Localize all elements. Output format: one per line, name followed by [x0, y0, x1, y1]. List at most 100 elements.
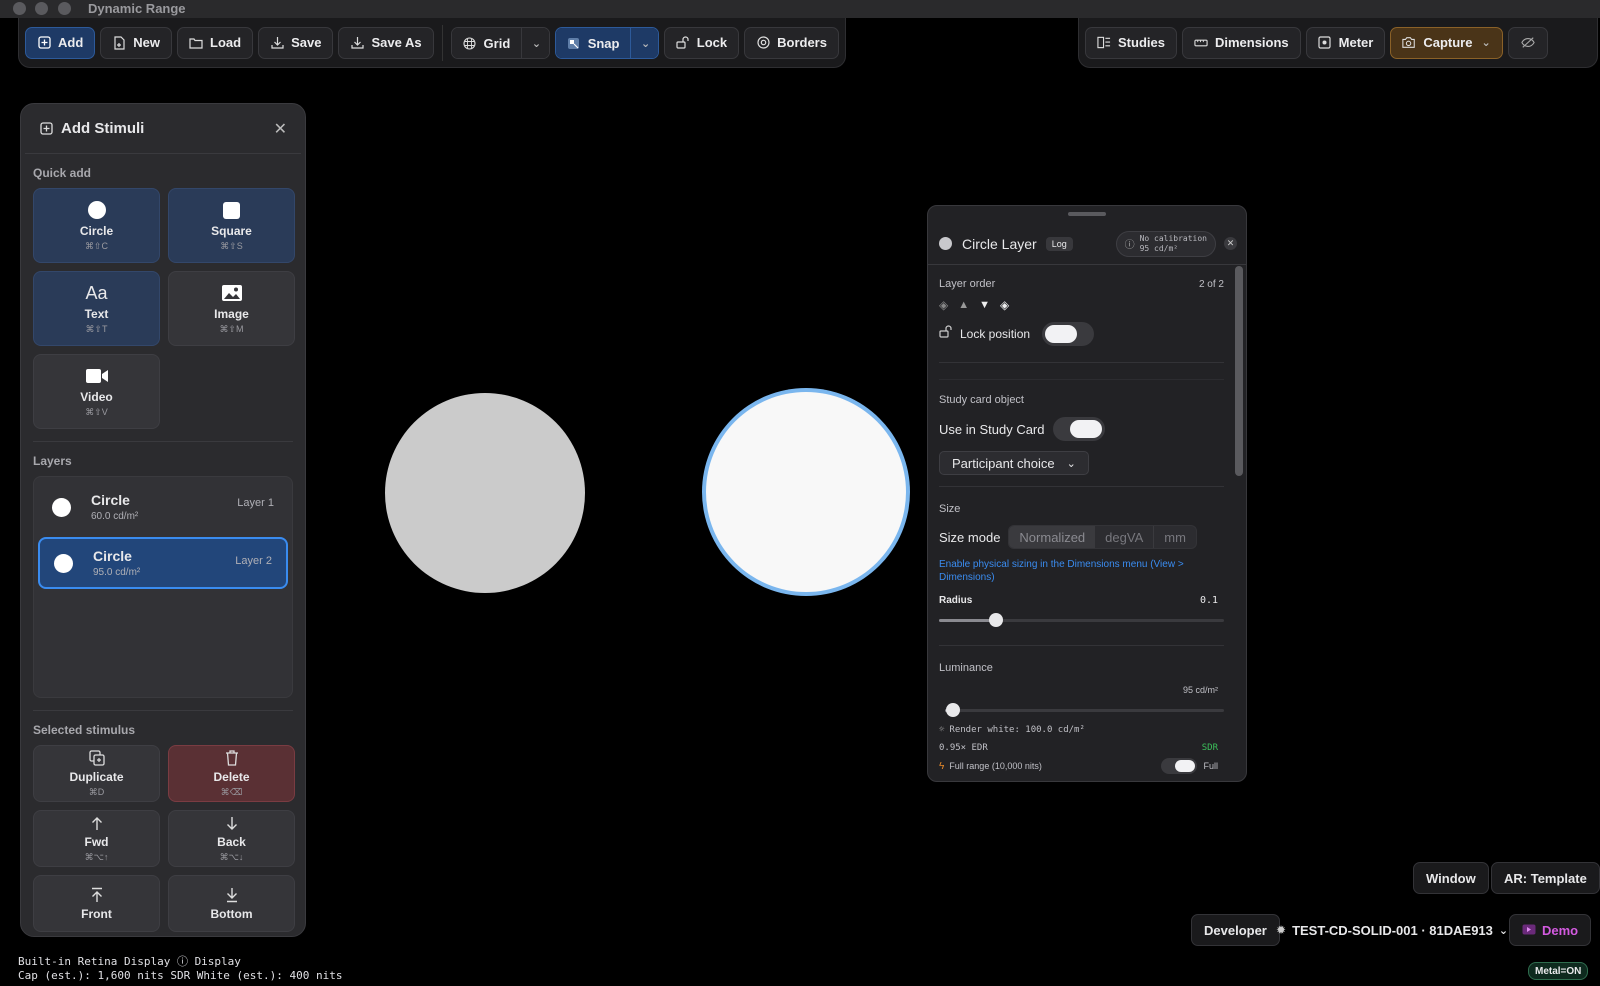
add-video-button[interactable]: Video ⌘⇧V [33, 354, 160, 429]
radius-slider[interactable] [939, 613, 1224, 627]
grid-options-button[interactable]: ⌄ [521, 27, 549, 58]
render-white-text: Render white: 100.0 cd/m² [949, 725, 1085, 735]
minimize-window-button[interactable] [35, 2, 48, 15]
circle-layer-inspector: Circle Layer Log ⓘ No calibration 95 cd/… [927, 205, 1247, 782]
hide-ui-button[interactable] [1507, 26, 1548, 59]
use-in-study-card-toggle[interactable] [1052, 417, 1105, 441]
study-card-section-label: Study card object [939, 394, 1024, 406]
add-image-button[interactable]: Image ⌘⇧M [168, 271, 295, 346]
dimensions-button[interactable]: Dimensions [1181, 26, 1301, 59]
layers-label: Layers [33, 454, 72, 468]
developer-button[interactable]: Developer [1191, 914, 1280, 946]
load-label: Load [210, 35, 242, 50]
close-icon[interactable]: ✕ [1224, 237, 1237, 250]
triangle-up-icon[interactable]: ▲ [958, 299, 969, 311]
add-stimuli-panel: Add Stimuli ✕ Quick add Circle ⌘⇧C Squar… [20, 103, 306, 937]
new-button[interactable]: New [100, 26, 173, 59]
participant-choice-dropdown[interactable]: Participant choice ⌄ [939, 451, 1089, 475]
add-button[interactable]: Add [25, 26, 96, 59]
display-info-line: Built-in Retina Display ⓘ Display [18, 955, 241, 968]
luminance-section-label: Luminance [939, 662, 993, 674]
scrollbar-thumb[interactable] [1235, 266, 1243, 476]
calibration-badge[interactable]: ⓘ No calibration 95 cd/m² [1115, 230, 1216, 257]
window-button[interactable]: Window [1413, 862, 1489, 894]
luminance-slider[interactable] [945, 703, 1224, 717]
bring-to-front-button[interactable]: Front [33, 875, 160, 932]
add-circle-button[interactable]: Circle ⌘⇧C [33, 188, 160, 263]
send-to-back-layers-icon[interactable]: ◈ [939, 298, 948, 312]
snap-button[interactable]: Snap [555, 27, 631, 58]
size-mode-normalized[interactable]: Normalized [1009, 526, 1096, 548]
layer-item-selected[interactable]: Circle 95.0 cd/m² Layer 2 [38, 537, 288, 589]
action-shortcut: ⌘⌥↓ [219, 852, 244, 862]
toolbar-divider [441, 24, 443, 61]
ar-template-label: AR: Template [1504, 870, 1587, 886]
bring-to-front-layers-icon[interactable]: ◈ [1000, 298, 1009, 312]
inspector-header: Circle Layer Log ⓘ No calibration 95 cd/… [928, 223, 1246, 265]
slider-thumb[interactable] [946, 703, 961, 717]
dimensions-menu-hint-link[interactable]: Enable physical sizing in the Dimensions… [939, 558, 1224, 584]
drag-handle[interactable] [1068, 212, 1106, 216]
send-backward-button[interactable]: Back ⌘⌥↓ [168, 810, 295, 867]
slider-thumb[interactable] [989, 613, 1003, 627]
studies-button[interactable]: Studies [1085, 26, 1177, 59]
triangle-down-icon[interactable]: ▼ [979, 299, 990, 311]
full-label: Full [1203, 761, 1218, 771]
camera-icon [1402, 36, 1416, 50]
full-range-toggle[interactable] [1161, 758, 1198, 774]
save-as-label: Save As [371, 35, 422, 50]
full-range-label: Full range (10,000 nits) [949, 761, 1042, 771]
size-mode-mm[interactable]: mm [1153, 526, 1196, 548]
scale-badge[interactable]: Log [1045, 236, 1073, 251]
layer-order-value: 2 of 2 [1198, 278, 1224, 290]
layer-item[interactable]: Circle 60.0 cd/m² Layer 1 [38, 481, 288, 533]
send-to-bottom-button[interactable]: Bottom [168, 875, 295, 932]
arrow-up-icon [91, 814, 103, 832]
video-icon [85, 365, 109, 387]
borders-label: Borders [777, 35, 827, 50]
load-button[interactable]: Load [177, 26, 254, 59]
borders-button[interactable]: Borders [744, 26, 839, 59]
test-id-dropdown[interactable]: ✹ TEST-CD-SOLID-001 · 81DAE913 ⌄ [1272, 914, 1512, 946]
stimulus-circle-layer-2-selected[interactable] [706, 392, 906, 592]
ar-template-button[interactable]: AR: Template [1491, 862, 1600, 894]
snap-label: Snap [587, 36, 620, 51]
bring-forward-button[interactable]: Fwd ⌘⌥↑ [33, 810, 160, 867]
close-icon[interactable]: ✕ [274, 119, 287, 139]
add-text-button[interactable]: Aa Text ⌘⇧T [33, 271, 160, 346]
grid-icon [463, 37, 477, 51]
duplicate-button[interactable]: Duplicate ⌘D [33, 745, 160, 802]
add-label: Add [58, 35, 84, 50]
tile-shortcut: ⌘⇧S [220, 241, 243, 251]
stimulus-circle-layer-1[interactable] [385, 393, 585, 593]
capture-button[interactable]: Capture ⌄ [1390, 26, 1503, 59]
meter-icon [1318, 36, 1332, 50]
tile-label: Text [84, 307, 109, 321]
zoom-window-button[interactable] [58, 2, 71, 15]
demo-button[interactable]: Demo [1509, 914, 1592, 946]
meter-button[interactable]: Meter [1305, 26, 1386, 59]
inspector-scrollbar[interactable] [1235, 266, 1243, 766]
studies-label: Studies [1118, 35, 1165, 50]
save-as-icon [350, 36, 364, 50]
close-window-button[interactable] [13, 2, 26, 15]
save-button[interactable]: Save [258, 26, 334, 59]
grid-button[interactable]: Grid [451, 27, 522, 58]
lock-position-toggle[interactable] [1042, 322, 1095, 346]
add-square-button[interactable]: Square ⌘⇧S [168, 188, 295, 263]
metal-status-badge: Metal=ON [1528, 962, 1589, 980]
text-glyph: Aa [85, 282, 108, 303]
snap-options-button[interactable]: ⌄ [630, 27, 658, 58]
developer-label: Developer [1204, 922, 1267, 938]
save-as-button[interactable]: Save As [338, 26, 434, 59]
main-toolbar: Add New Load Save Save As Grid ⌄ Snap ⌄ … [18, 18, 846, 68]
size-mode-degva[interactable]: degVA [1095, 526, 1153, 548]
calibration-status: No calibration [1139, 233, 1207, 243]
duplicate-icon [88, 749, 105, 767]
lock-button[interactable]: Lock [663, 26, 740, 59]
inspector-body: Layer order 2 of 2 ◈ ▲ ▼ ◈ Lock position… [939, 266, 1224, 774]
delete-button[interactable]: Delete ⌘⌫ [168, 745, 295, 802]
inspector-title: Circle Layer [962, 235, 1037, 252]
title-bar: Dynamic Range [0, 0, 1600, 18]
tile-shortcut: ⌘⇧T [85, 324, 108, 334]
